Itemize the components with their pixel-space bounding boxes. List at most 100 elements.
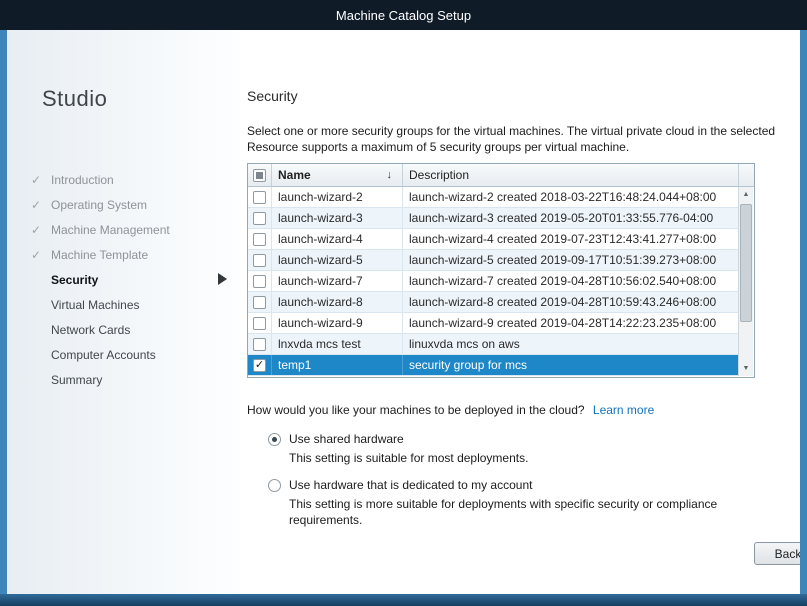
sidebar-item-network-cards: Network Cards — [7, 317, 240, 342]
cell-name: launch-wizard-2 — [272, 187, 403, 207]
step-label: Machine Management — [51, 223, 170, 237]
column-header-name[interactable]: Name ↓ — [272, 164, 403, 186]
step-label: Security — [51, 273, 98, 287]
column-description-label: Description — [409, 168, 469, 182]
page-title: Security — [247, 88, 298, 104]
cell-name: launch-wizard-3 — [272, 208, 403, 228]
row-checkbox[interactable] — [253, 191, 266, 204]
check-icon: ✓ — [31, 223, 51, 237]
cell-description: launch-wizard-5 created 2019-09-17T10:51… — [403, 250, 738, 270]
row-checkbox-cell — [248, 229, 272, 249]
row-checkbox-cell — [248, 250, 272, 270]
deployment-option: Use shared hardware This setting is suita… — [247, 431, 792, 466]
radio-label: Use hardware that is dedicated to my acc… — [289, 477, 532, 493]
deployment-option: Use hardware that is dedicated to my acc… — [247, 477, 792, 528]
select-all-header-cell[interactable] — [248, 164, 272, 186]
check-icon: ✓ — [31, 198, 51, 212]
row-checkbox-cell — [248, 271, 272, 291]
step-label: Computer Accounts — [51, 348, 156, 362]
cell-name: launch-wizard-4 — [272, 229, 403, 249]
table-row[interactable]: lnxvda mcs testlinuxvda mcs on aws — [248, 334, 738, 355]
deployment-options: Use shared hardware This setting is suita… — [247, 431, 792, 528]
sidebar-item-machine-template[interactable]: ✓Machine Template — [7, 242, 240, 267]
row-checkbox-cell — [248, 187, 272, 207]
row-checkbox[interactable] — [253, 317, 266, 330]
row-checkbox[interactable]: ✓ — [253, 359, 266, 372]
scroll-up-button[interactable]: ▲ — [739, 187, 753, 202]
row-checkbox-cell — [248, 292, 272, 312]
row-checkbox-cell — [248, 334, 272, 354]
cell-description: launch-wizard-7 created 2019-04-28T10:56… — [403, 271, 738, 291]
studio-logo: Studio — [42, 86, 107, 112]
cell-description: security group for mcs — [403, 355, 738, 375]
table-row[interactable]: ✓ temp1security group for mcs — [248, 355, 738, 376]
cell-name: temp1 — [272, 355, 403, 375]
radio-option[interactable]: Use shared hardware — [247, 431, 792, 447]
wizard-sidebar: Studio ✓Introduction✓Operating System✓Ma… — [7, 30, 240, 594]
sidebar-item-machine-management[interactable]: ✓Machine Management — [7, 217, 240, 242]
cell-name: launch-wizard-9 — [272, 313, 403, 333]
deployment-section: How would you like your machines to be d… — [247, 402, 792, 539]
row-checkbox-cell — [248, 208, 272, 228]
step-label: Network Cards — [51, 323, 130, 337]
table-row[interactable]: launch-wizard-7launch-wizard-7 created 2… — [248, 271, 738, 292]
table-row[interactable]: launch-wizard-2launch-wizard-2 created 2… — [248, 187, 738, 208]
table-row[interactable]: launch-wizard-9launch-wizard-9 created 2… — [248, 313, 738, 334]
back-button[interactable]: Back — [754, 542, 800, 565]
step-label: Operating System — [51, 198, 147, 212]
sidebar-item-virtual-machines: Virtual Machines — [7, 292, 240, 317]
cell-name: launch-wizard-8 — [272, 292, 403, 312]
check-icon: ✓ — [31, 173, 51, 187]
row-checkbox[interactable] — [253, 275, 266, 288]
radio-description: This setting is more suitable for deploy… — [247, 496, 759, 528]
sort-descending-icon: ↓ — [387, 169, 393, 181]
column-name-label: Name — [278, 168, 311, 182]
radio-option[interactable]: Use hardware that is dedicated to my acc… — [247, 477, 792, 493]
current-step-arrow-icon — [218, 273, 227, 285]
sidebar-item-operating-system[interactable]: ✓Operating System — [7, 192, 240, 217]
vertical-scrollbar[interactable]: ▲ ▼ — [738, 187, 753, 376]
window-title: Machine Catalog Setup — [336, 8, 471, 23]
cell-description: launch-wizard-9 created 2019-04-28T14:22… — [403, 313, 738, 333]
header-corner — [739, 164, 754, 186]
cell-description: launch-wizard-8 created 2019-04-28T10:59… — [403, 292, 738, 312]
learn-more-link[interactable]: Learn more — [593, 403, 654, 417]
indeterminate-mark-icon — [256, 172, 263, 179]
radio-label: Use shared hardware — [289, 431, 404, 447]
sidebar-item-security[interactable]: Security — [7, 267, 240, 292]
column-header-description[interactable]: Description — [403, 164, 739, 186]
main-panel: Security Select one or more security gro… — [247, 30, 800, 594]
row-checkbox[interactable] — [253, 254, 266, 267]
radio-button[interactable] — [268, 433, 281, 446]
security-groups-table: Name ↓ Description launch-wizard-2launch… — [247, 163, 755, 378]
cell-description: launch-wizard-3 created 2019-05-20T01:33… — [403, 208, 738, 228]
table-row[interactable]: launch-wizard-4launch-wizard-4 created 2… — [248, 229, 738, 250]
dialog-content: Studio ✓Introduction✓Operating System✓Ma… — [7, 30, 800, 594]
sidebar-item-introduction[interactable]: ✓Introduction — [7, 167, 240, 192]
security-group-rows: launch-wizard-2launch-wizard-2 created 2… — [248, 187, 738, 377]
table-header: Name ↓ Description — [248, 164, 754, 187]
select-all-checkbox[interactable] — [253, 169, 266, 182]
step-label: Summary — [51, 373, 102, 387]
check-icon: ✓ — [255, 360, 264, 371]
instruction-text: Select one or more security groups for t… — [247, 123, 782, 155]
cell-description: linuxvda mcs on aws — [403, 334, 738, 354]
row-checkbox[interactable] — [253, 233, 266, 246]
sidebar-item-computer-accounts: Computer Accounts — [7, 342, 240, 367]
sidebar-item-summary: Summary — [7, 367, 240, 392]
row-checkbox[interactable] — [253, 338, 266, 351]
radio-description: This setting is suitable for most deploy… — [247, 450, 759, 466]
scrollbar-thumb[interactable] — [740, 204, 752, 322]
table-row[interactable]: launch-wizard-8launch-wizard-8 created 2… — [248, 292, 738, 313]
row-checkbox[interactable] — [253, 212, 266, 225]
check-icon: ✓ — [31, 248, 51, 262]
window-bottom-border — [0, 594, 807, 606]
radio-button[interactable] — [268, 479, 281, 492]
scroll-down-button[interactable]: ▼ — [739, 361, 753, 376]
window-titlebar[interactable]: Machine Catalog Setup — [0, 0, 807, 30]
table-row[interactable]: launch-wizard-5launch-wizard-5 created 2… — [248, 250, 738, 271]
table-row[interactable]: launch-wizard-3launch-wizard-3 created 2… — [248, 208, 738, 229]
row-checkbox-cell: ✓ — [248, 355, 272, 375]
step-label: Machine Template — [51, 248, 148, 262]
row-checkbox[interactable] — [253, 296, 266, 309]
